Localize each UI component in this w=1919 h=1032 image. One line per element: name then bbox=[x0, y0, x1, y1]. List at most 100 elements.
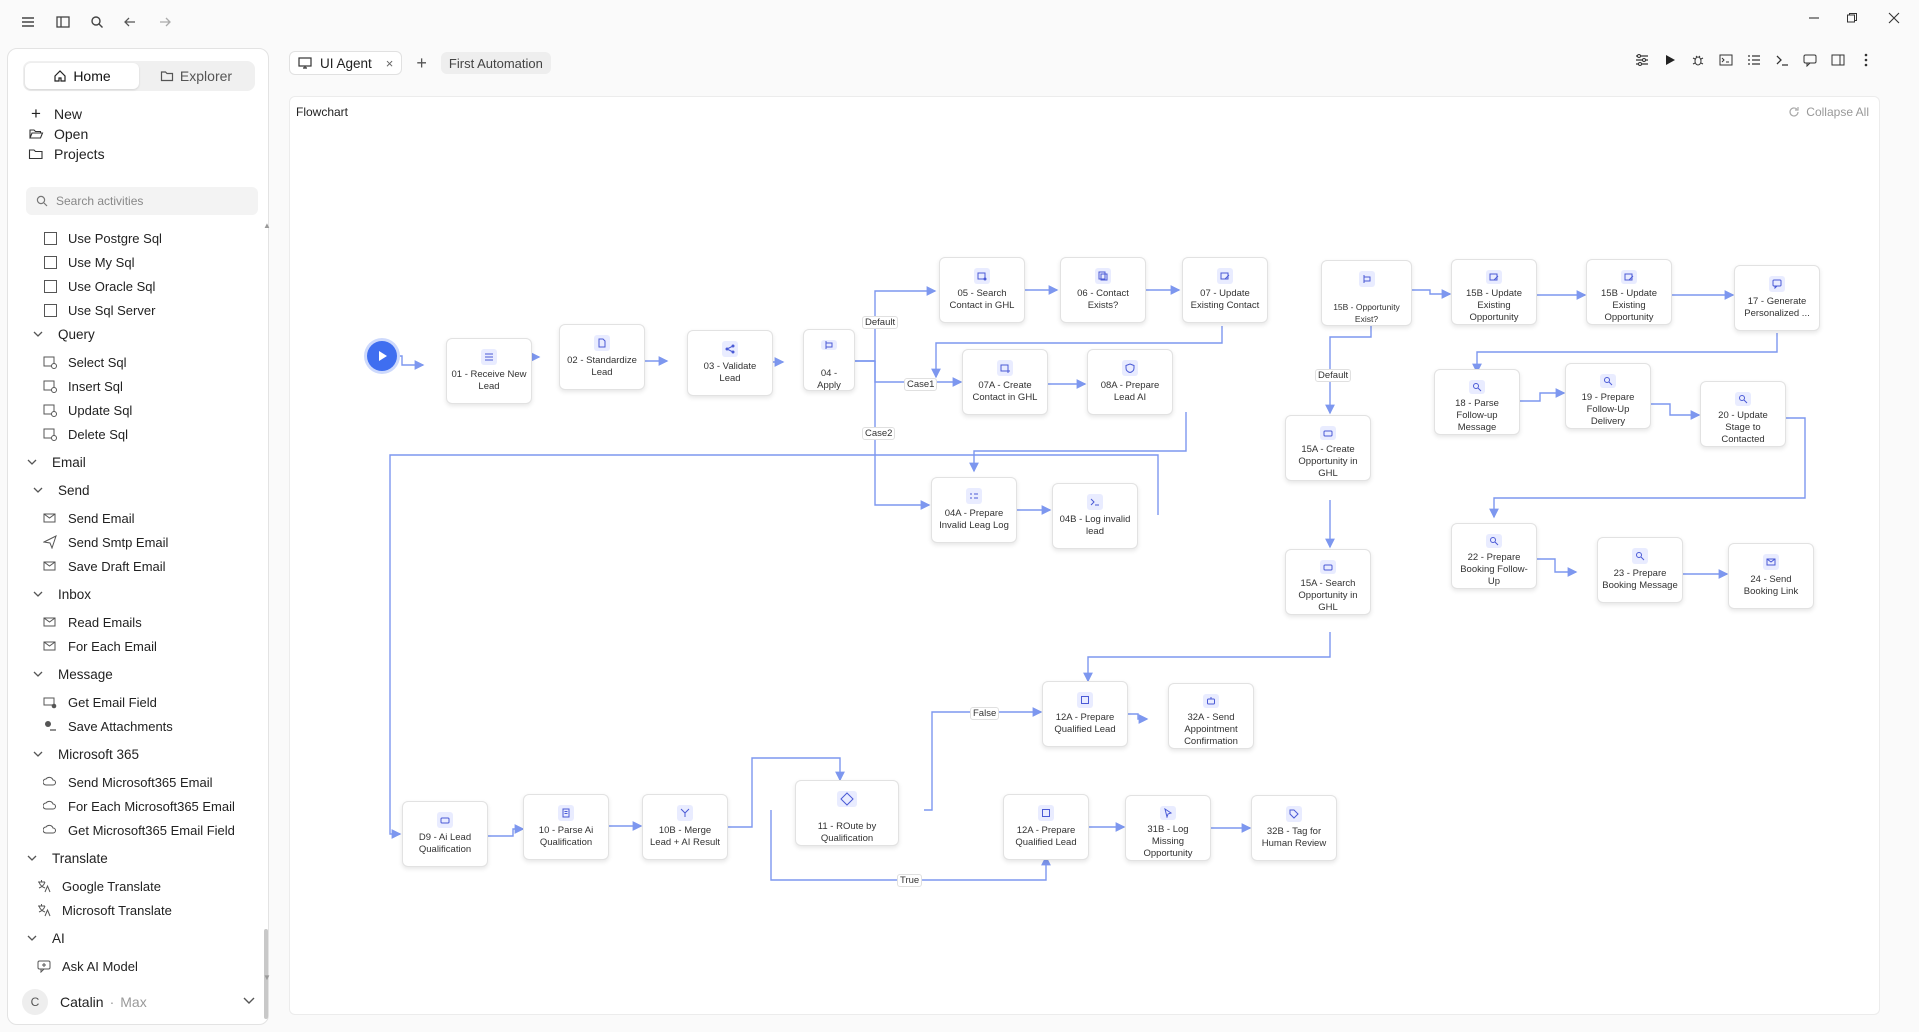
search-icon[interactable] bbox=[87, 12, 107, 32]
flow-node[interactable]: 15B - Opportunity Exist? bbox=[1321, 260, 1412, 326]
flow-node[interactable]: 19 - Prepare Follow-Up Delivery bbox=[1565, 363, 1651, 429]
panel-layout-icon[interactable] bbox=[1830, 52, 1846, 68]
flow-node[interactable]: 10 - Parse Ai Qualification bbox=[523, 794, 609, 860]
tree-item[interactable]: Read Emails bbox=[42, 611, 142, 633]
scroll-down-arrow[interactable]: ▼ bbox=[263, 973, 271, 982]
flowchart-canvas[interactable]: Flowchart Collapse All 01 - Receive New … bbox=[289, 96, 1880, 1015]
chat-icon[interactable] bbox=[1802, 52, 1818, 68]
tree-group-translate[interactable]: Translate bbox=[26, 847, 108, 869]
flow-node[interactable]: 04A - Prepare Invalid Leag Log bbox=[931, 477, 1017, 543]
flow-node[interactable]: 12A - Prepare Qualified Lead bbox=[1042, 681, 1128, 747]
close-window-button[interactable] bbox=[1880, 8, 1908, 28]
tree-group-message[interactable]: Message bbox=[32, 663, 113, 685]
tab-home[interactable]: Home bbox=[25, 63, 139, 89]
tab-ui-agent[interactable]: UI Agent × bbox=[289, 51, 403, 75]
sidebar-toggle-icon[interactable] bbox=[53, 12, 73, 32]
flow-node[interactable]: 05 - Search Contact in GHL bbox=[939, 257, 1025, 323]
chevron-down-icon[interactable] bbox=[242, 993, 256, 1012]
settings-sliders-icon[interactable] bbox=[1634, 52, 1650, 68]
more-icon[interactable] bbox=[1858, 52, 1874, 68]
close-icon[interactable]: × bbox=[386, 56, 394, 71]
tree-item[interactable]: Use My Sql bbox=[42, 251, 134, 273]
tree-item[interactable]: Microsoft Translate bbox=[36, 899, 172, 921]
scroll-up-arrow[interactable]: ▲ bbox=[263, 221, 271, 230]
tree-item[interactable]: Get Microsoft365 Email Field bbox=[42, 819, 235, 841]
search-activities[interactable]: Search activities bbox=[26, 187, 258, 215]
tree-item[interactable]: Select Sql bbox=[42, 351, 127, 373]
minimize-button[interactable] bbox=[1800, 8, 1828, 28]
forward-arrow-icon[interactable] bbox=[155, 12, 175, 32]
tree-item[interactable]: Save Attachments bbox=[42, 715, 173, 737]
flow-node[interactable]: 04 - Apply bbox=[803, 329, 855, 391]
new-button[interactable]: + New bbox=[28, 103, 82, 125]
flow-node[interactable]: 07A - Create Contact in GHL bbox=[962, 349, 1048, 415]
flow-node[interactable]: 11 - ROute by Qualification bbox=[795, 780, 899, 846]
flow-node[interactable]: 15B - Update Existing Opportunity bbox=[1586, 259, 1672, 325]
terminal-window-icon[interactable] bbox=[1718, 52, 1734, 68]
flow-node[interactable]: 31B - Log Missing Opportunity bbox=[1125, 795, 1211, 861]
flow-node[interactable]: 07 - Update Existing Contact bbox=[1182, 257, 1268, 323]
flow-node[interactable]: 22 - Prepare Booking Follow-Up bbox=[1451, 523, 1537, 589]
attachment-icon bbox=[42, 718, 58, 734]
flow-node[interactable]: 12A - Prepare Qualified Lead bbox=[1003, 794, 1089, 860]
flow-node[interactable]: 20 - Update Stage to Contacted bbox=[1700, 381, 1786, 447]
restore-button[interactable] bbox=[1838, 8, 1866, 28]
flow-node[interactable]: 32B - Tag for Human Review bbox=[1251, 795, 1337, 861]
sql-icon bbox=[42, 378, 58, 394]
flow-node[interactable]: 10B - Merge Lead + AI Result bbox=[642, 794, 728, 860]
tree-item[interactable]: Update Sql bbox=[42, 399, 132, 421]
user-profile[interactable]: C Catalin · Max bbox=[22, 987, 256, 1017]
open-button[interactable]: Open bbox=[28, 123, 88, 145]
tree-group-email[interactable]: Email bbox=[26, 451, 86, 473]
tree-item[interactable]: Save Draft Email bbox=[42, 555, 166, 577]
menu-icon[interactable] bbox=[18, 12, 38, 32]
tree-group-microsoft365[interactable]: Microsoft 365 bbox=[32, 743, 139, 765]
flow-node[interactable]: 02 - Standardize Lead bbox=[559, 324, 645, 390]
flow-node[interactable]: 17 - Generate Personalized ... bbox=[1734, 265, 1820, 331]
tree-item[interactable]: Ask AI Model bbox=[36, 955, 138, 977]
tree-group-inbox[interactable]: Inbox bbox=[32, 583, 91, 605]
flow-node[interactable]: 08A - Prepare Lead AI bbox=[1087, 349, 1173, 415]
tree-group-send[interactable]: Send bbox=[32, 479, 90, 501]
translate-icon bbox=[36, 902, 52, 918]
start-node[interactable] bbox=[367, 341, 397, 371]
back-arrow-icon[interactable] bbox=[120, 12, 140, 32]
flow-node[interactable]: 15B - Update Existing Opportunity bbox=[1451, 259, 1537, 325]
tab-first-automation[interactable]: First Automation bbox=[440, 52, 551, 74]
flow-node[interactable]: 06 - Contact Exists? bbox=[1060, 257, 1146, 323]
tree-item[interactable]: Send Smtp Email bbox=[42, 531, 168, 553]
tree-item[interactable]: For Each Microsoft365 Email bbox=[42, 795, 235, 817]
flow-node[interactable]: 01 - Receive New Lead bbox=[446, 338, 532, 404]
tree-item[interactable]: Send Email bbox=[42, 507, 134, 529]
flow-node[interactable]: 03 - Validate Lead bbox=[687, 330, 773, 396]
tree-item[interactable]: Google Translate bbox=[36, 875, 161, 897]
user-tier-separator: · bbox=[109, 994, 115, 1010]
flow-node[interactable]: 32A - Send Appointment Confirmation bbox=[1168, 683, 1254, 749]
flow-node[interactable]: 18 - Parse Follow-up Message bbox=[1434, 369, 1520, 435]
flow-node[interactable]: 24 - Send Booking Link bbox=[1728, 543, 1814, 609]
tree-item[interactable]: Insert Sql bbox=[42, 375, 123, 397]
flow-node[interactable]: 15A - Create Opportunity in GHL bbox=[1285, 415, 1371, 481]
tree-item[interactable]: Use Oracle Sql bbox=[42, 275, 155, 297]
avatar: C bbox=[22, 989, 48, 1015]
tree-group-query[interactable]: Query bbox=[32, 323, 95, 345]
tree-item[interactable]: Delete Sql bbox=[42, 423, 128, 445]
add-tab-button[interactable]: + bbox=[416, 53, 427, 74]
flow-node[interactable]: 23 - Prepare Booking Message bbox=[1597, 537, 1683, 603]
play-icon[interactable] bbox=[1662, 52, 1678, 68]
terminal-icon[interactable] bbox=[1774, 52, 1790, 68]
tree-item[interactable]: Use Postgre Sql bbox=[42, 227, 162, 249]
list-icon[interactable] bbox=[1746, 52, 1762, 68]
debug-icon[interactable] bbox=[1690, 52, 1706, 68]
tree-item[interactable]: Send Microsoft365 Email bbox=[42, 771, 213, 793]
flow-node[interactable]: 15A - Search Opportunity in GHL bbox=[1285, 549, 1371, 615]
tab-explorer[interactable]: Explorer bbox=[139, 63, 253, 89]
tree-item[interactable]: Get Email Field bbox=[42, 691, 157, 713]
flow-node[interactable]: 04B - Log invalid lead bbox=[1052, 483, 1138, 549]
tree-item[interactable]: For Each Email bbox=[42, 635, 157, 657]
projects-button[interactable]: Projects bbox=[28, 143, 105, 165]
flow-node[interactable]: D9 - Ai Lead Qualification bbox=[402, 801, 488, 867]
tree-item[interactable]: Use Sql Server bbox=[42, 299, 155, 321]
tree-group-ai[interactable]: AI bbox=[26, 927, 65, 949]
translate-icon bbox=[36, 878, 52, 894]
